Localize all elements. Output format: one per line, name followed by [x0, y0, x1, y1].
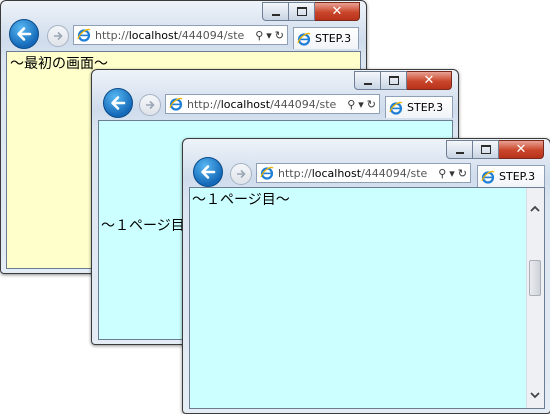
- ie-logo-icon: [297, 32, 311, 46]
- minimize-button[interactable]: [354, 71, 381, 90]
- refresh-icon[interactable]: ↻: [367, 98, 376, 111]
- address-tools: ⚲ ▾ ↻: [344, 98, 379, 111]
- close-button[interactable]: ✕: [407, 71, 452, 90]
- window-3-caption-buttons: ✕: [446, 140, 544, 159]
- scroll-thumb[interactable]: [529, 260, 541, 296]
- ie-logo-icon: [260, 166, 274, 180]
- ie-logo-icon: [481, 170, 495, 184]
- close-icon: ✕: [331, 4, 343, 19]
- minimize-icon: [363, 82, 372, 85]
- chevron-down-icon[interactable]: ▾: [449, 167, 455, 180]
- close-icon: ✕: [515, 142, 527, 157]
- refresh-icon[interactable]: ↻: [275, 29, 284, 42]
- back-button[interactable]: [9, 19, 39, 49]
- back-button[interactable]: [193, 157, 223, 187]
- ie-logo-icon: [389, 101, 403, 115]
- forward-arrow-icon: [237, 169, 246, 179]
- minimize-button[interactable]: [446, 140, 473, 159]
- back-arrow-icon: [201, 165, 216, 179]
- back-arrow-icon: [17, 27, 32, 41]
- forward-arrow-icon: [146, 100, 155, 110]
- tab-label: STEP.3: [499, 170, 536, 183]
- search-icon[interactable]: ⚲: [255, 29, 263, 42]
- refresh-icon[interactable]: ↻: [458, 167, 467, 180]
- address-url: http://localhost/444094/ste: [278, 166, 428, 180]
- close-button[interactable]: ✕: [315, 2, 360, 21]
- search-icon[interactable]: ⚲: [347, 98, 355, 111]
- tab-label: STEP.3: [407, 101, 444, 114]
- forward-button[interactable]: [230, 163, 252, 185]
- address-bar[interactable]: http://localhost/444094/ste ⚲ ▾ ↻: [73, 25, 288, 45]
- maximize-button[interactable]: [381, 71, 407, 90]
- scroll-down-icon[interactable]: [530, 390, 540, 400]
- address-bar[interactable]: http://localhost/444094/ste ⚲ ▾ ↻: [165, 94, 380, 114]
- page-content: ～１ページ目～: [189, 187, 545, 409]
- chevron-down-icon[interactable]: ▾: [358, 98, 364, 111]
- window-2-caption-buttons: ✕: [354, 71, 452, 90]
- minimize-icon: [271, 13, 280, 16]
- search-icon[interactable]: ⚲: [438, 167, 446, 180]
- page-heading: ～１ページ目～: [192, 192, 290, 208]
- browser-tab[interactable]: STEP.3: [477, 165, 545, 187]
- scroll-up-icon[interactable]: [530, 204, 540, 214]
- address-tools: ⚲ ▾ ↻: [435, 167, 470, 180]
- address-url: http://localhost/444094/ste: [187, 97, 337, 111]
- vertical-scrollbar[interactable]: [526, 188, 544, 408]
- maximize-icon: [296, 7, 307, 16]
- back-button[interactable]: [103, 88, 133, 118]
- maximize-button[interactable]: [473, 140, 499, 159]
- maximize-icon: [388, 76, 399, 85]
- minimize-icon: [455, 151, 464, 154]
- forward-button[interactable]: [47, 25, 69, 47]
- address-url: http://localhost/444094/ste: [95, 28, 245, 42]
- maximize-icon: [480, 145, 491, 154]
- address-tools: ⚲ ▾ ↻: [252, 29, 287, 42]
- back-arrow-icon: [111, 96, 126, 110]
- chevron-down-icon[interactable]: ▾: [266, 29, 272, 42]
- forward-button[interactable]: [139, 94, 161, 116]
- browser-tab[interactable]: STEP.3: [293, 27, 359, 49]
- ie-logo-icon: [77, 28, 91, 42]
- address-bar[interactable]: http://localhost/444094/ste ⚲ ▾ ↻: [256, 163, 471, 183]
- forward-arrow-icon: [54, 31, 63, 41]
- tab-label: STEP.3: [315, 32, 352, 45]
- browser-window-3: ✕ http://localhost/444094/ste ⚲ ▾ ↻ STEP…: [182, 138, 550, 414]
- ie-logo-icon: [169, 97, 183, 111]
- browser-tab[interactable]: STEP.3: [385, 96, 453, 118]
- window-1-caption-buttons: ✕: [262, 2, 360, 21]
- maximize-button[interactable]: [289, 2, 315, 21]
- minimize-button[interactable]: [262, 2, 289, 21]
- page-heading: ～１ページ目: [101, 218, 185, 234]
- close-icon: ✕: [423, 73, 435, 88]
- close-button[interactable]: ✕: [499, 140, 544, 159]
